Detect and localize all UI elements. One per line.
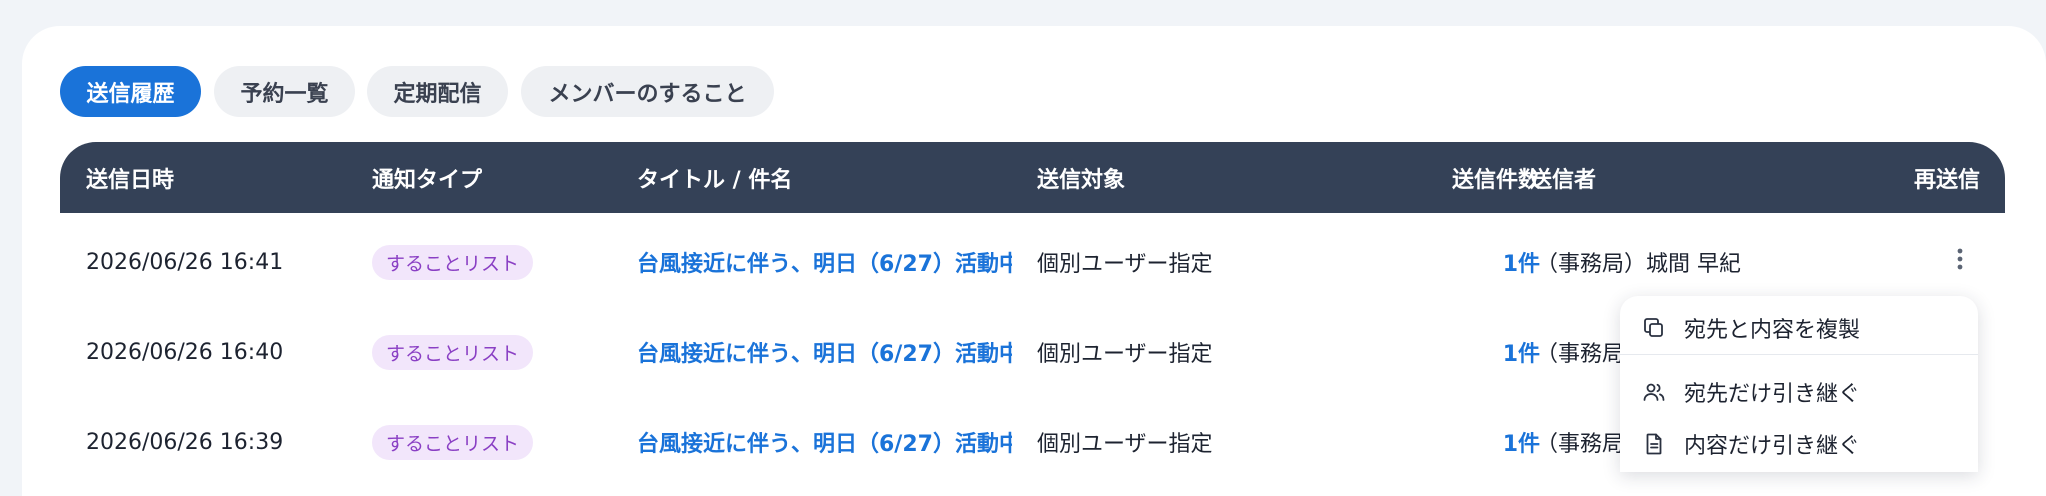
- send-target: 個別ユーザー指定: [1037, 432, 1213, 457]
- menu-divider: [1620, 354, 1978, 355]
- tab-member-todos[interactable]: メンバーのすること: [521, 66, 774, 117]
- send-count-link[interactable]: 1件: [1390, 217, 1540, 307]
- send-target: 個別ユーザー指定: [1037, 252, 1213, 277]
- tab-send-history[interactable]: 送信履歴: [60, 66, 201, 117]
- more-options-icon[interactable]: [1940, 239, 1980, 279]
- header-resend: 再送信: [1913, 167, 1980, 193]
- header-datetime[interactable]: 送信日時: [86, 142, 174, 213]
- document-icon: [1640, 430, 1668, 458]
- header-count[interactable]: 送信件数: [1390, 142, 1540, 213]
- notification-type: することリスト: [372, 397, 534, 487]
- send-target: 個別ユーザー指定: [1037, 342, 1213, 367]
- table-row[interactable]: 2026/06/26 16:41 することリスト 台風接近に伴う、明日（6/27…: [60, 217, 2005, 307]
- type-badge: することリスト: [372, 424, 534, 460]
- title-link[interactable]: 台風接近に伴う、明日（6/27）活動中止のお知らせ: [637, 217, 1012, 307]
- menu-item-keep-content[interactable]: 内容だけ引き継ぐ: [1620, 418, 1978, 470]
- users-icon: [1640, 378, 1668, 406]
- send-count-link[interactable]: 1件: [1390, 307, 1540, 397]
- send-count-link[interactable]: 1件: [1390, 397, 1540, 487]
- copy-icon: [1640, 314, 1668, 342]
- notification-type: することリスト: [372, 307, 534, 397]
- type-badge: することリスト: [372, 334, 534, 370]
- type-badge: することリスト: [372, 244, 534, 280]
- menu-item-label: 宛先だけ引き継ぐ: [1684, 382, 1861, 407]
- resend-menu: 宛先と内容を複製 宛先だけ引き継ぐ 内容だけ引き継ぐ: [1620, 296, 1978, 472]
- sender-name: （事務局）城間 早紀: [1536, 252, 1741, 277]
- table-header: 送信日時 通知タイプ タイトル / 件名 送信対象 送信件数 送信者 再送信: [60, 142, 2005, 213]
- header-sender[interactable]: 送信者: [1530, 142, 1596, 213]
- send-datetime: 2026/06/26 16:39: [86, 429, 284, 455]
- title-link[interactable]: 台風接近に伴う、明日（6/27）活動中止のお知らせ: [637, 307, 1012, 397]
- menu-item-duplicate-all[interactable]: 宛先と内容を複製: [1620, 302, 1978, 354]
- header-title[interactable]: タイトル / 件名: [637, 142, 792, 213]
- menu-item-keep-recipients[interactable]: 宛先だけ引き継ぐ: [1620, 366, 1978, 418]
- tab-scheduled-delivery[interactable]: 定期配信: [367, 66, 508, 117]
- header-type[interactable]: 通知タイプ: [372, 142, 482, 213]
- header-target[interactable]: 送信対象: [1037, 142, 1125, 213]
- title-link[interactable]: 台風接近に伴う、明日（6/27）活動中止のお知らせ: [637, 397, 1012, 487]
- tab-reservations[interactable]: 予約一覧: [214, 66, 355, 117]
- menu-item-label: 内容だけ引き継ぐ: [1684, 434, 1861, 459]
- send-datetime: 2026/06/26 16:40: [86, 339, 284, 365]
- menu-item-label: 宛先と内容を複製: [1684, 318, 1861, 343]
- notification-type: することリスト: [372, 217, 534, 307]
- send-datetime: 2026/06/26 16:41: [86, 249, 284, 275]
